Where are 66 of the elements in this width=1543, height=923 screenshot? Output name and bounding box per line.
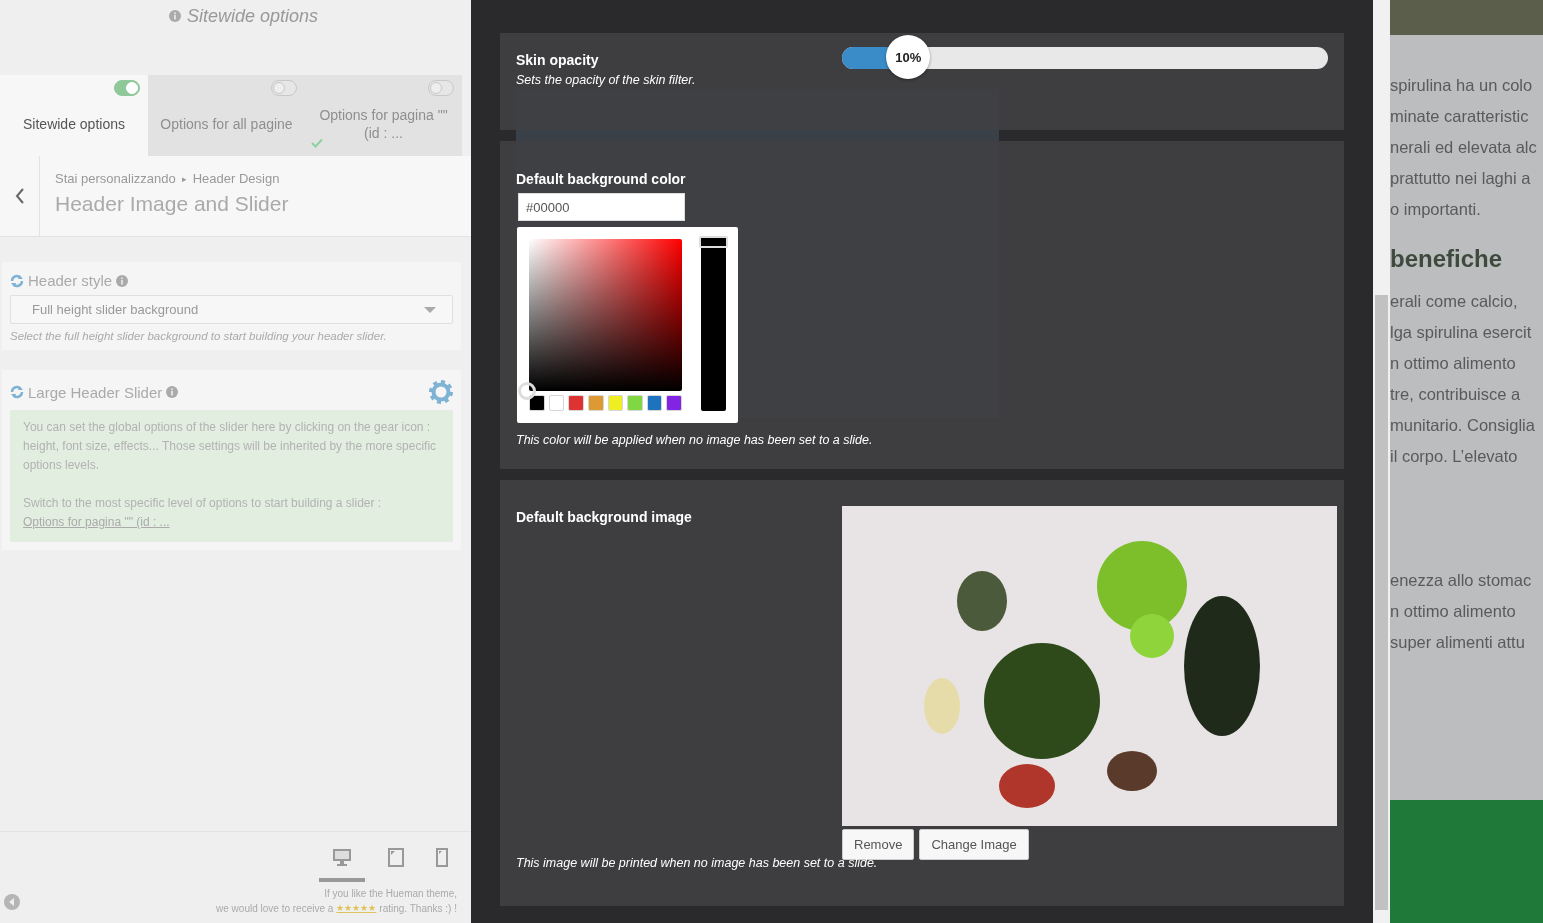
- color-swatch[interactable]: [627, 395, 643, 411]
- article-text: super alimenti attu: [1390, 632, 1526, 653]
- setting-label: Default background image: [516, 508, 692, 525]
- collapse-button[interactable]: [4, 894, 20, 910]
- scope-tab[interactable]: Sitewide options: [0, 75, 148, 156]
- scrollbar-thumb[interactable]: [1375, 295, 1388, 910]
- article-text: spirulina ha un colo: [1390, 75, 1534, 96]
- color-swatch[interactable]: [587, 395, 604, 411]
- color-swatch[interactable]: [568, 395, 584, 411]
- info-icon: [168, 10, 181, 22]
- toggle-switch[interactable]: [428, 80, 454, 96]
- tab-label: Options for all pagine: [160, 114, 293, 133]
- toggle-switch[interactable]: [271, 80, 297, 96]
- article-text: munitario. Consiglia: [1390, 415, 1536, 436]
- color-input-field[interactable]: #00000: [518, 193, 685, 221]
- setting-description: This color will be applied when no image has been set to a slide.: [516, 433, 874, 447]
- color-swatch[interactable]: [666, 395, 682, 411]
- tab-label: Options for pagina "" (id : ...: [318, 105, 449, 142]
- notice-text: You can set the global options of the slider here by clicking on the gear icon : height, font size, effects... Those settings will be inherited by the more specific options levels.: [23, 419, 438, 474]
- chevron-left-icon: [14, 188, 25, 204]
- slider-handle[interactable]: 10%: [886, 35, 931, 79]
- image-button[interactable]: Remove: [842, 829, 915, 860]
- color-swatch[interactable]: [646, 395, 663, 411]
- article-text: il corpo. L’elevato: [1390, 446, 1519, 467]
- panel-heading: Sitewide options: [186, 5, 319, 27]
- article-text: nerali ed elevata alc: [1390, 137, 1538, 158]
- refresh-icon: [10, 385, 24, 399]
- color-swatch[interactable]: [529, 395, 545, 411]
- rating-text: rating. Thanks :) !: [379, 902, 457, 916]
- article-text: erali come calcio,: [1390, 291, 1519, 312]
- article-text: minate caratteristic: [1390, 106, 1530, 127]
- control-description: Select the full height slider background to start building your header slider.: [10, 330, 388, 342]
- setting-description: Sets the opacity of the skin filter.: [516, 73, 697, 87]
- info-icon: [116, 274, 129, 287]
- breadcrumb-item: Header Design: [192, 171, 280, 186]
- refresh-icon: [10, 273, 24, 288]
- settings-icon[interactable]: [429, 380, 453, 404]
- article-text: enezza allo stomac: [1390, 570, 1533, 591]
- tablet-icon: [386, 848, 406, 867]
- breadcrumb-item: Stai personalizzando: [55, 171, 176, 186]
- article-text: prattutto nei laghi a: [1390, 168, 1532, 189]
- control-title: Header style: [28, 272, 113, 289]
- article-text: tre, contribuisce a: [1390, 384, 1522, 405]
- article-text: lga spirulina esercit: [1390, 322, 1533, 343]
- article-heading: benefiche: [1390, 244, 1504, 274]
- rating-text: If you like the Hueman theme,: [323, 887, 457, 901]
- setting-label: Skin opacity: [516, 50, 599, 68]
- control-title: Large Header Slider: [28, 383, 163, 401]
- image-button[interactable]: Change Image: [919, 829, 1029, 860]
- rating-text: we would love to receive a: [216, 902, 334, 916]
- tab-label: Sitewide options: [23, 114, 125, 133]
- caret-icon: [424, 306, 436, 313]
- article-text: n ottimo alimento: [1390, 601, 1517, 622]
- info-icon: [166, 386, 179, 398]
- toggle-switch[interactable]: [114, 80, 140, 96]
- setting-label: Default background color: [516, 170, 687, 187]
- color-swatch[interactable]: [548, 395, 565, 411]
- desktop-icon: [332, 848, 352, 867]
- breadcrumb-separator: ▸: [181, 173, 187, 184]
- section-title: Header Image and Slider: [55, 192, 289, 216]
- article-text: o importanti.: [1390, 199, 1482, 220]
- article-text: n ottimo alimento: [1390, 353, 1517, 374]
- color-swatch[interactable]: [607, 395, 624, 411]
- color-gradient-square[interactable]: [529, 239, 682, 391]
- device-button[interactable]: [319, 848, 365, 882]
- notice-text: Switch to the most specific level of options to start building a slider :: [23, 495, 383, 512]
